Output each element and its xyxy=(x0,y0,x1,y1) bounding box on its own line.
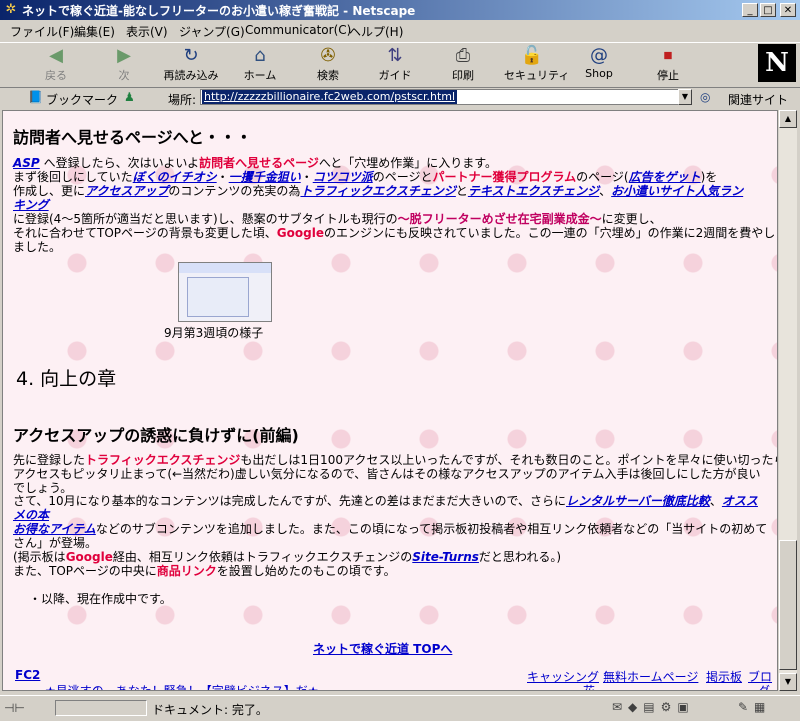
back-arrow-icon: ◀ xyxy=(49,45,63,66)
paragraph-line: さて、10月になり基本的なコンテンツは完成したんですが、先達との差はまだまだ大き… xyxy=(13,494,758,508)
page-proxy-icon[interactable]: ♟ xyxy=(124,90,135,104)
title-bar: ✲ ネットで稼ぐ近道-能なしフリーターのお小遣い稼ぎ奮戦記 - Netscape… xyxy=(0,0,800,20)
back-button[interactable]: ◀ 戻る xyxy=(28,45,84,83)
in-progress-note: ・以降、現在作成中です。 xyxy=(29,592,172,606)
printer-icon: ⎙ xyxy=(455,45,471,66)
menu-bar: ファイル(F) 編集(E) 表示(V) ジャンプ(G) Communicator… xyxy=(0,20,800,40)
paragraph-line: それに合わせてTOPページの背景も変更した頃、Googleのエンジンにも反映され… xyxy=(13,226,776,240)
section-heading-visitor-pages: 訪問者へ見せるページへと・・・ xyxy=(13,128,252,147)
forward-arrow-icon: ▶ xyxy=(117,45,131,66)
recommended-books-link[interactable]: オスス xyxy=(722,494,758,508)
search-button[interactable]: ✇ 検索 xyxy=(300,45,356,83)
menu-communicator[interactable]: Communicator(C) xyxy=(245,23,351,37)
chapter-heading: 4. 向上の章 xyxy=(16,368,117,390)
access-up-link[interactable]: アクセスアップ xyxy=(85,184,168,198)
home-button[interactable]: ⌂ ホーム xyxy=(232,45,288,83)
menu-file[interactable]: ファイル(F) xyxy=(10,23,74,40)
status-text: ドキュメント: 完了。 xyxy=(152,703,268,717)
reload-icon: ↻ xyxy=(183,45,199,66)
maximize-button[interactable]: □ xyxy=(760,3,776,17)
section-heading-access-up: アクセスアップの誘惑に負けずに(前編) xyxy=(13,426,299,445)
security-button[interactable]: 🔓 セキュリティ xyxy=(504,45,569,83)
guide-button[interactable]: ⇅ ガイド xyxy=(367,45,423,83)
location-bar: 📘 ブックマーク ♟ 場所: http://zzzzzbillionaire.f… xyxy=(0,88,800,108)
paragraph-line: お得なアイテムなどのサブコンテンツを追加しました。また、この頃になって掲示板初投… xyxy=(13,522,768,536)
text-exchange-link[interactable]: テキストエクスチェンジ xyxy=(468,184,599,198)
menu-view[interactable]: 表示(V) xyxy=(126,23,168,40)
status-bar: ⊣⊢ ドキュメント: 完了。 ✉◆▤⚙▣ ✎▦ xyxy=(0,695,800,721)
footer-ad-link[interactable]: ★見逃すの、あなた！緊急！【完璧ビジネス】だ★ xyxy=(45,682,319,690)
navigation-toolbar: ◀ 戻る ▶ 次 ↻ 再読み込み ⌂ ホーム ✇ 検索 ⇅ ガイド ⎙ 印刷 🔓… xyxy=(0,42,800,88)
search-icon: ✇ xyxy=(320,45,336,66)
close-button[interactable]: ✕ xyxy=(780,3,796,17)
paragraph-line: ました。 xyxy=(13,240,62,254)
menu-help[interactable]: ヘルプ(H) xyxy=(349,23,403,40)
bookmarks-button[interactable]: ブックマーク xyxy=(46,91,118,108)
shop-button[interactable]: @ Shop xyxy=(571,45,627,80)
traffic-exchange-link[interactable]: トラフィックエクスチェンジ xyxy=(300,184,455,198)
forward-button[interactable]: ▶ 次 xyxy=(96,45,152,83)
location-label: 場所: xyxy=(168,93,197,107)
reload-button[interactable]: ↻ 再読み込み xyxy=(163,45,219,83)
netscape-logo: N xyxy=(758,44,796,82)
scroll-up-button[interactable]: ▲ xyxy=(779,110,797,128)
print-button[interactable]: ⎙ 印刷 xyxy=(435,45,491,83)
paragraph-line: 作成し、更にアクセスアップのコンテンツの充実の為トラフィックエクスチェンジとテキ… xyxy=(13,184,744,198)
netscape-icon: ✲ xyxy=(5,2,17,17)
menu-go[interactable]: ジャンプ(G) xyxy=(179,23,245,40)
guide-icon: ⇅ xyxy=(387,45,403,66)
site-turns-link[interactable]: Site-Turns xyxy=(412,550,479,564)
lock-icon: 🔓 xyxy=(520,45,544,66)
stop-button[interactable]: ⏹ 停止 xyxy=(640,45,696,83)
component-bar-icons[interactable]: ✉◆▤⚙▣ xyxy=(612,700,695,714)
window-title: ネットで稼ぐ近道-能なしフリーターのお小遣い稼ぎ奮戦記 - Netscape xyxy=(22,4,416,18)
paragraph-line: アクセスもピッタリ止まって(←当然だわ)虚しい気分になるので、皆さんはその様なア… xyxy=(13,467,761,481)
progress-bar xyxy=(55,700,147,716)
url-text: http://zzzzzbillionaire.fc2web.com/pstsc… xyxy=(202,90,458,104)
shop-icon: @ xyxy=(590,45,608,66)
paragraph-line: また、TOPページの中央に商品リンクを設置し始めたのもこの頃です。 xyxy=(13,564,396,578)
related-sites-icon: ◎ xyxy=(700,90,711,104)
connection-icon: ⊣⊢ xyxy=(4,701,25,715)
related-sites-button[interactable]: 関連サイト xyxy=(728,91,788,108)
scroll-down-button[interactable]: ▼ xyxy=(779,673,797,691)
scroll-thumb[interactable] xyxy=(779,540,797,670)
footer-link-bbs[interactable]: 掲示板 xyxy=(706,668,742,685)
pocket-money-ranking-link[interactable]: お小遣いサイト人気ラン xyxy=(611,184,743,198)
page-content: 訪問者へ見せるページへと・・・ ASP へ登録したら、次はいよいよ訪問者へ見せる… xyxy=(2,110,778,691)
stop-icon: ⏹ xyxy=(663,45,673,66)
minimize-button[interactable]: _ xyxy=(742,3,758,17)
rental-server-link[interactable]: レンタルサーバー徹底比較 xyxy=(566,494,710,508)
url-dropdown-button[interactable]: ▼ xyxy=(678,89,692,105)
footer-link-blog-continued[interactable]: グ xyxy=(758,682,770,690)
bookmark-icon: 📘 xyxy=(28,90,43,104)
top-page-link[interactable]: ネットで稼ぐ近道 TOPへ xyxy=(313,640,452,657)
task-icons[interactable]: ✎▦ xyxy=(738,700,771,714)
url-input[interactable]: http://zzzzzbillionaire.fc2web.com/pstsc… xyxy=(200,89,692,105)
fc2-link[interactable]: FC2 xyxy=(15,668,40,682)
screenshot-thumbnail[interactable] xyxy=(178,262,272,322)
thumbnail-caption: 9月第3週頃の様子 xyxy=(164,326,264,340)
footer-link-cashing-continued[interactable]: 花 xyxy=(583,682,595,690)
menu-edit[interactable]: 編集(E) xyxy=(74,23,115,40)
home-icon: ⌂ xyxy=(254,45,266,66)
footer-link-free-homepage[interactable]: 無料ホームページ xyxy=(603,668,698,685)
vertical-scrollbar[interactable]: ▲ ▼ xyxy=(779,110,797,691)
